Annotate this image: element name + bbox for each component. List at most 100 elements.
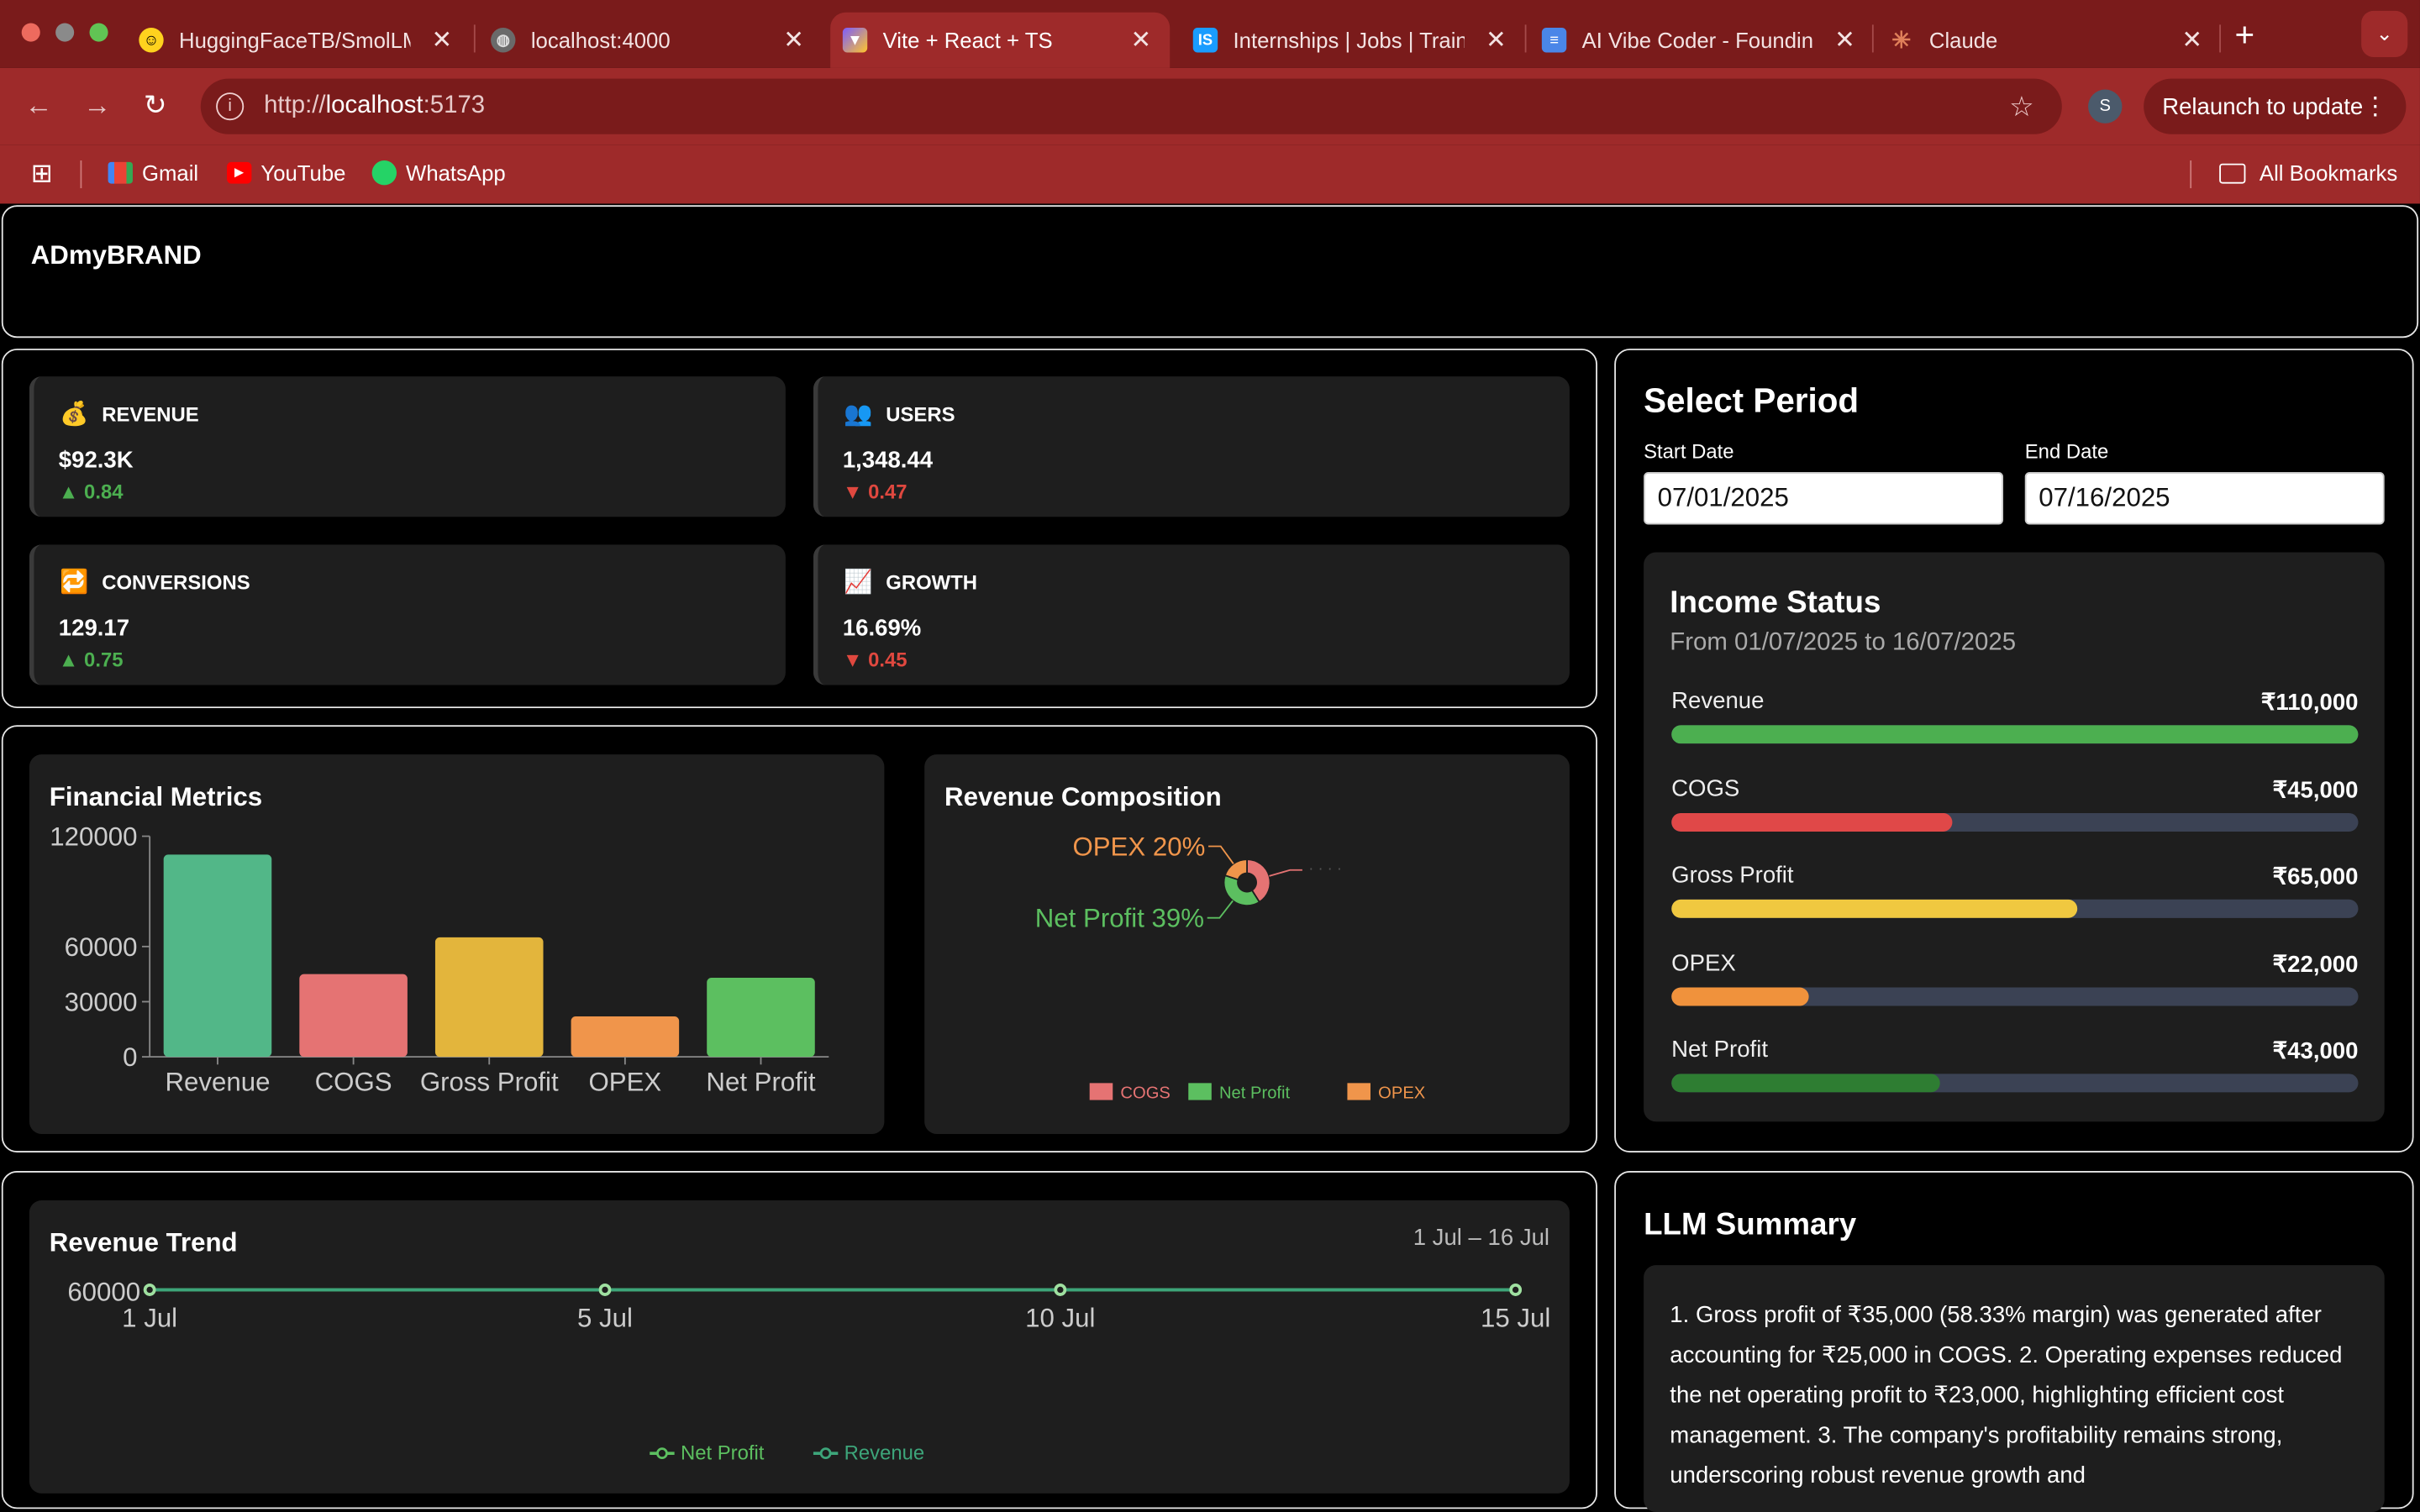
y-tick-label: 60000 <box>67 1277 140 1306</box>
bookmark-gmail[interactable]: Gmail <box>108 160 198 185</box>
income-row-net-profit: Net Profit ₹43,000 <box>1671 1037 2359 1094</box>
forward-icon[interactable]: → <box>83 90 111 123</box>
close-tab-icon[interactable]: ✕ <box>2181 24 2202 55</box>
apps-grid-icon[interactable]: ⊞ <box>31 159 53 190</box>
bookmark-divider <box>80 160 82 189</box>
money-bag-icon: 💰 <box>59 401 89 428</box>
close-tab-icon[interactable]: ✕ <box>1834 24 1855 55</box>
app-header: ADmyBRAND <box>1 205 2419 339</box>
huggingface-icon: ☺ <box>139 28 164 53</box>
series-point <box>598 1284 612 1296</box>
income-progress-fill <box>1671 725 2359 744</box>
back-icon[interactable]: ← <box>24 90 52 123</box>
kpi-value: 1,348.44 <box>842 447 934 474</box>
legend-swatch <box>1188 1083 1212 1100</box>
reload-icon[interactable]: ↻ <box>144 90 167 123</box>
bookmark-star-icon[interactable]: ☆ <box>2009 90 2034 123</box>
slice-opex <box>1223 858 1248 881</box>
end-date-input[interactable]: 07/16/2025 <box>2024 472 2385 525</box>
y-tick-label: 30000 <box>65 987 138 1016</box>
maximize-window-icon[interactable] <box>89 23 108 42</box>
charts-section: Financial Metrics 0 30000 60000 120000 Reven… <box>1 725 1597 1153</box>
bookmark-divider <box>2190 160 2192 189</box>
tab-title: localhost:4000 <box>530 28 671 53</box>
income-progress-track <box>1671 812 2359 832</box>
legend-label-net-profit: Net Profit <box>1219 1084 1291 1103</box>
x-tick-label: 1 Jul <box>122 1304 177 1333</box>
kpi-value: $92.3K <box>58 447 134 474</box>
y-tick-label: 0 <box>123 1042 137 1072</box>
legend-swatch <box>1089 1083 1113 1100</box>
tab-separator <box>1524 24 1527 53</box>
legend-label-cogs: COGS <box>1120 1084 1170 1103</box>
browser-tab[interactable]: ✳ Claude ✕ <box>1889 13 2221 68</box>
kpi-section: 💰 REVENUE $92.3K ▲ 0.84 👥 USERS 1,348.44 ▼… <box>1 349 1597 709</box>
x-tick-label: OPEX <box>588 1068 661 1097</box>
bar-cogs <box>299 974 408 1058</box>
close-tab-icon[interactable]: ✕ <box>432 24 453 55</box>
revenue-composition-chart: · · · · Net Profit 39% OPEX 20% COGS Net Pro… <box>1035 832 1426 1103</box>
all-bookmarks-button[interactable]: All Bookmarks <box>2219 160 2397 185</box>
slice-leader <box>1208 845 1234 864</box>
tab-title: Claude <box>1928 28 1998 53</box>
gmail-icon <box>108 161 133 184</box>
trend-section: Revenue Trend 1 Jul – 16 Jul 60000 1 Jul 5… <box>1 1171 1597 1509</box>
kpi-delta: ▲ 0.84 <box>58 480 124 503</box>
income-progress-fill <box>1671 900 2077 919</box>
bar-opex <box>571 1016 680 1058</box>
close-tab-icon[interactable]: ✕ <box>1131 24 1152 55</box>
legend-label-net-profit: Net Profit <box>681 1442 765 1465</box>
profile-avatar[interactable]: S <box>2088 89 2123 123</box>
x-tick-label: COGS <box>315 1068 392 1097</box>
tab-title: Vite + React + TS <box>882 28 1053 53</box>
tab-search-icon[interactable]: ⌄ <box>2361 10 2408 57</box>
income-status-panel: Income Status From 01/07/2025 to 16/07/2… <box>1644 552 2385 1122</box>
minimize-window-icon[interactable] <box>55 23 75 42</box>
browser-tab[interactable]: ☺ HuggingFaceTB/SmolLM ✕ <box>139 13 471 68</box>
address-bar[interactable]: i http://localhost:5173 ☆ <box>200 78 2062 134</box>
close-tab-icon[interactable]: ✕ <box>783 24 804 55</box>
llm-title: LLM Summary <box>1644 1208 1857 1242</box>
financial-metrics-chart: 0 30000 60000 120000 Revenue COGS Gross Profit… <box>50 822 829 1097</box>
x-tick-label: 10 Jul <box>1025 1304 1095 1333</box>
income-progress-track <box>1671 1074 2359 1094</box>
browser-tab-active[interactable]: ▼ Vite + React + TS ✕ <box>830 12 1171 68</box>
start-date-label: Start Date <box>1644 439 1734 464</box>
bar-gross-profit <box>434 937 544 1058</box>
income-label: COGS <box>1671 775 1740 802</box>
whatsapp-icon <box>371 160 397 186</box>
slice-label: OPEX 20% <box>1072 832 1205 862</box>
income-row-revenue: Revenue ₹110,000 <box>1671 688 2359 744</box>
bookmark-youtube[interactable]: ▶ YouTube <box>226 160 345 185</box>
users-icon: 👥 <box>844 401 873 428</box>
series-point <box>143 1284 156 1296</box>
llm-summary-text: 1. Gross profit of ₹35,000 (58.33% margi… <box>1644 1265 2385 1512</box>
slice-leader <box>1269 869 1302 877</box>
start-date-input[interactable]: 07/01/2025 <box>1644 472 2004 525</box>
close-window-icon[interactable] <box>21 23 40 42</box>
income-progress-fill <box>1671 987 1809 1006</box>
browser-tab[interactable]: IS Internships | Jobs | Trainings ✕ <box>1192 13 1525 68</box>
relaunch-label: Relaunch to update <box>2162 93 2364 120</box>
url-text[interactable]: http://localhost:5173 <box>264 92 485 120</box>
menu-dots-icon[interactable]: ⋮ <box>2363 91 2387 122</box>
claude-icon: ✳ <box>1891 28 1912 55</box>
site-info-icon[interactable]: i <box>216 92 245 121</box>
slice-leader <box>1207 900 1234 919</box>
revenue-trend-panel: Revenue Trend 1 Jul – 16 Jul 60000 1 Jul 5… <box>29 1200 1570 1494</box>
relaunch-button[interactable]: Relaunch to update ⋮ <box>2144 78 2407 134</box>
new-tab-icon[interactable]: + <box>2235 15 2255 55</box>
bookmark-whatsapp[interactable]: WhatsApp <box>371 160 506 186</box>
close-tab-icon[interactable]: ✕ <box>1486 24 1507 55</box>
end-date-label: End Date <box>2024 439 2109 464</box>
period-title: Select Period <box>1644 381 1860 420</box>
browser-tab[interactable]: ≡ AI Vibe Coder - Founding ✕ <box>1541 13 1874 68</box>
income-subtitle: From 01/07/2025 to 16/07/2025 <box>1670 629 2017 656</box>
bookmarks-bar: ⊞ Gmail ▶ YouTube WhatsApp All Bookmarks <box>0 144 2420 204</box>
revenue-composition-panel: Revenue Composition · · · · Net Profit 39… <box>924 754 1570 1134</box>
period-section: Select Period Start Date 07/01/2025 End … <box>1614 349 2414 1153</box>
browser-tab[interactable]: ◍ localhost:4000 ✕ <box>491 13 823 68</box>
income-amount: ₹22,000 <box>2272 951 2359 979</box>
tab-title: AI Vibe Coder - Founding <box>1581 28 1814 53</box>
series-point <box>1509 1284 1522 1296</box>
